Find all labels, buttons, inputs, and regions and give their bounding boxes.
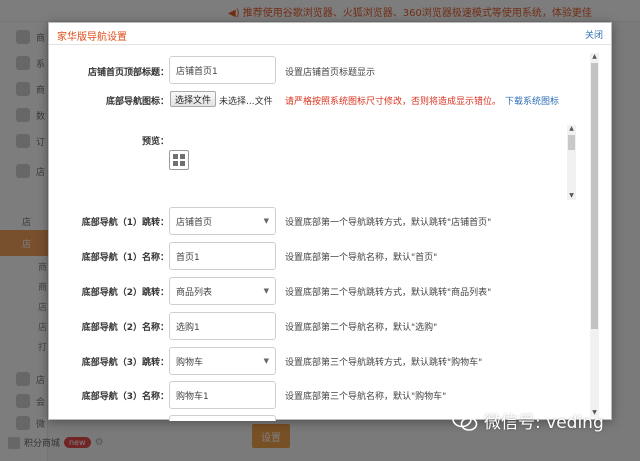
watermark: 微信号: veding [452,408,604,433]
bottom-icon-label: 底部导航图标： [105,97,169,107]
nav3-name-input[interactable]: 购物车1 [169,381,276,409]
shop-title-hint: 设置店铺首页标题显示 [285,68,376,78]
nav1-name-label: 底部导航（1）名称： [81,253,169,263]
icon-hint: 请严格按照系统图标尺寸修改，否则将造成显示错位。 下载系统图标 [285,94,559,107]
chevron-down-icon: ▼ [263,217,269,225]
shop-title-input[interactable]: 店铺首页1 [169,56,276,84]
nav1-jump-hint: 设置底部第一个导航跳转方式，默认跳转"店铺首页" [285,218,492,228]
nav3-jump-select[interactable]: 购物车 ▼ [169,347,276,375]
nav2-jump-label: 底部导航（2）跳转： [81,288,169,298]
wechat-logo-icon [452,410,478,431]
scroll-down-icon[interactable]: ▼ [567,192,576,200]
nav2-name-hint: 设置底部第二个导航名称，默认"选购" [285,323,438,333]
preview-scrollbar[interactable]: ▲ ▼ [567,125,576,200]
nav1-jump-select[interactable]: 店铺首页 ▼ [169,207,276,235]
preview-area [169,125,576,200]
nav2-name-input[interactable]: 选购1 [169,312,276,340]
nav2-name-label: 底部导航（2）名称： [81,323,169,333]
shop-title-label: 店铺首页顶部标题： [87,68,169,78]
close-button[interactable]: 关闭 [585,28,603,41]
choose-file-button[interactable]: 选择文件 [170,91,217,107]
nav3-jump-hint: 设置底部第三个导航跳转方式，默认跳转"购物车" [285,358,483,368]
nav4-jump-select[interactable] [169,415,276,421]
nav1-jump-label: 底部导航（1）跳转： [81,218,169,228]
nav1-name-hint: 设置底部第一个导航名称，默认"首页" [285,253,438,263]
nav2-jump-value: 商品列表 [176,287,213,298]
nav3-name-hint: 设置底部第三个导航名称，默认"购物车" [285,392,447,402]
scroll-up-icon[interactable]: ▲ [567,125,576,133]
nav2-jump-select[interactable]: 商品列表 ▼ [169,277,276,305]
nav3-jump-value: 购物车 [176,357,204,368]
dialog-header: 家华版导航设置 关闭 [49,23,611,45]
download-icons-link[interactable]: 下载系统图标 [505,97,559,107]
scroll-thumb[interactable] [568,135,575,150]
chevron-down-icon: ▼ [263,287,269,295]
file-status: 未选择...文件 [219,97,273,107]
watermark-text: 微信号: veding [484,413,604,433]
dialog-title: 家华版导航设置 [57,32,127,43]
scroll-up-icon[interactable]: ▲ [590,53,599,61]
nav-settings-dialog: 家华版导航设置 关闭 店铺首页顶部标题： 店铺首页1 设置店铺首页标题显示 底部… [48,22,612,421]
nav-grid-icon [169,150,189,170]
icon-size-warning: 请严格按照系统图标尺寸修改，否则将造成显示错位。 [285,97,502,107]
nav3-jump-label: 底部导航（3）跳转： [81,358,169,368]
nav3-name-label: 底部导航（3）名称： [81,392,169,402]
nav1-jump-value: 店铺首页 [176,217,213,228]
nav1-name-input[interactable]: 首页1 [169,242,276,270]
nav2-jump-hint: 设置底部第二个导航跳转方式，默认跳转"商品列表" [285,288,492,298]
preview-label: 预览： [141,137,169,147]
chevron-down-icon: ▼ [263,357,269,365]
dialog-scrollbar[interactable]: ▲ ▼ [590,53,599,417]
scroll-thumb[interactable] [591,63,598,329]
